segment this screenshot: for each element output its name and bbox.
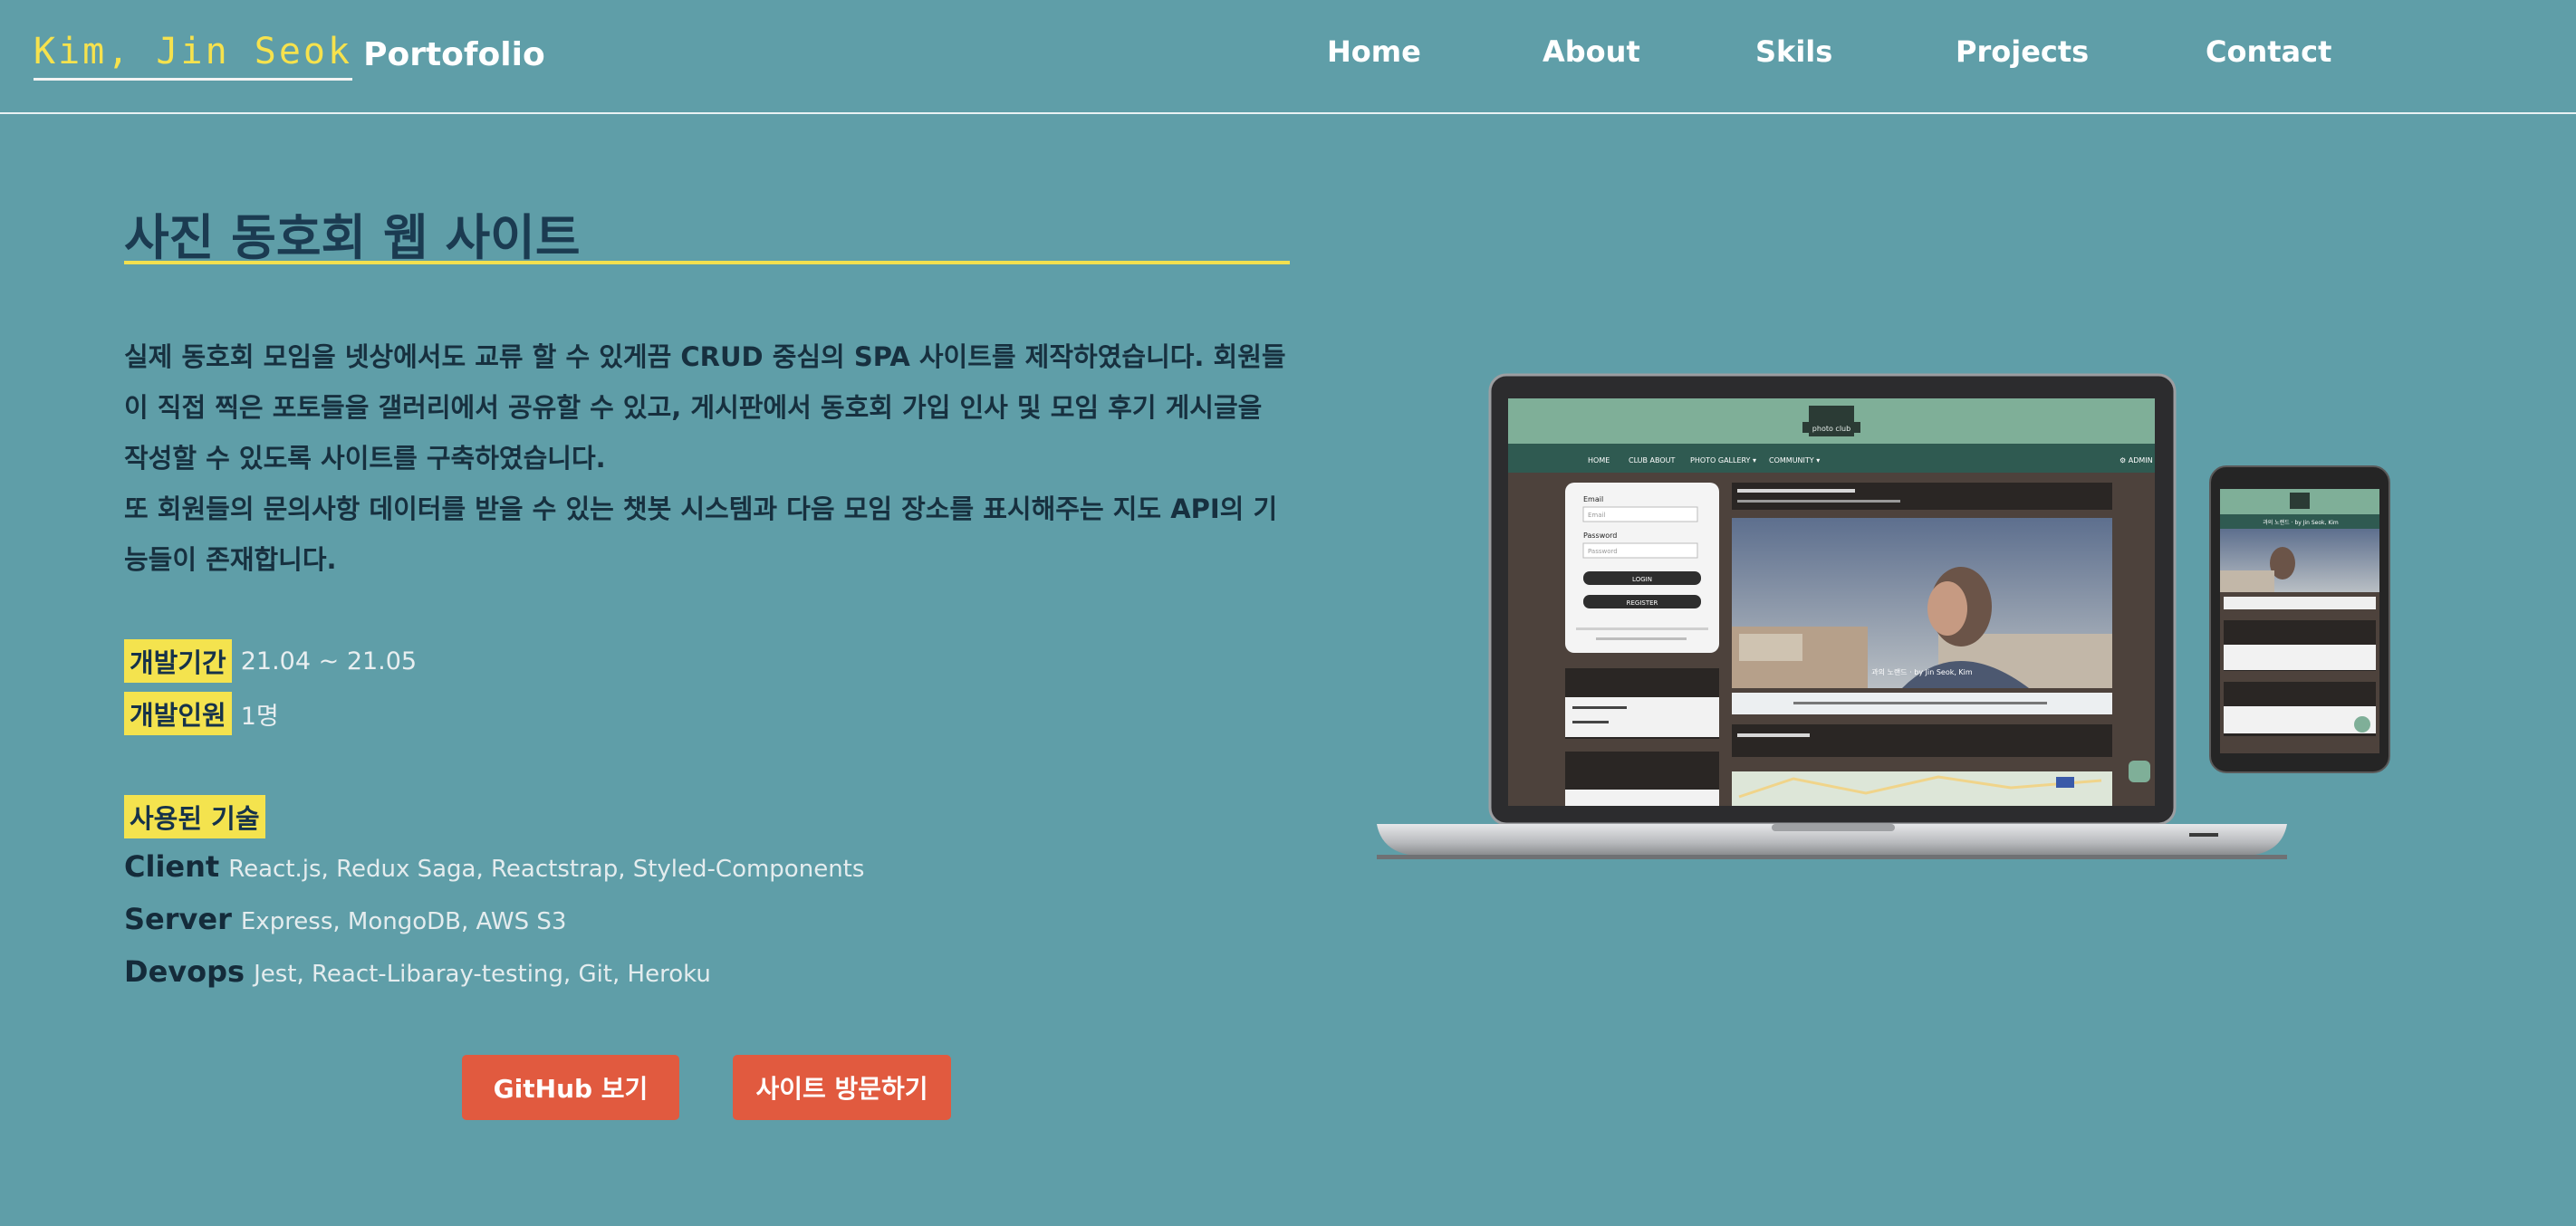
site-email-label: Email bbox=[1583, 495, 1603, 503]
tech-devops-value: Jest, React-Libaray-testing, Git, Heroku bbox=[254, 961, 711, 988]
tech-server-row: Server Express, MongoDB, AWS S3 bbox=[124, 902, 566, 936]
description-paragraph-1: 실제 동호회 모임을 넷상에서도 교류 할 수 있게끔 CRUD 중심의 SPA… bbox=[124, 341, 1286, 474]
brand-logo[interactable]: Kim, Jin Seok Portofolio bbox=[34, 31, 545, 81]
period-value: 21.04 ~ 21.05 bbox=[240, 647, 418, 675]
tech-heading-row: 사용된 기술 bbox=[124, 795, 265, 838]
top-navbar: Kim, Jin Seok Portofolio Home About Skil… bbox=[0, 0, 2576, 114]
members-label: 개발인원 bbox=[124, 692, 232, 735]
period-row: 개발기간 21.04 ~ 21.05 bbox=[124, 639, 417, 683]
site-register-button: REGISTER bbox=[1627, 599, 1658, 607]
nav-home[interactable]: Home bbox=[1327, 34, 1421, 69]
site-chatbot-icon bbox=[2129, 761, 2150, 782]
site-photo-caption: 과의 노랜드 · by Jin Seok, Kim bbox=[1871, 667, 1973, 676]
site-logo: photo club bbox=[1802, 406, 1860, 436]
visit-site-button[interactable]: 사이트 방문하기 bbox=[733, 1055, 951, 1120]
tech-server-value: Express, MongoDB, AWS S3 bbox=[240, 908, 567, 935]
title-underline bbox=[124, 261, 1290, 264]
device-mockup-image: photo club HOME CLUB ABOUT PHOTO GALLERY… bbox=[1377, 373, 2390, 859]
period-label: 개발기간 bbox=[124, 639, 232, 683]
nav-contact[interactable]: Contact bbox=[2206, 34, 2331, 69]
members-value: 1명 bbox=[240, 702, 279, 731]
project-title: 사진 동호회 웹 사이트 bbox=[124, 209, 581, 266]
tech-client-value: React.js, Redux Saga, Reactstrap, Styled… bbox=[228, 856, 865, 883]
description-paragraph-2: 또 회원들의 문의사항 데이터를 받을 수 있는 챗봇 시스템과 다음 모임 장… bbox=[124, 493, 1278, 575]
members-row: 개발인원 1명 bbox=[124, 692, 279, 735]
nav-skills[interactable]: Skils bbox=[1755, 34, 1832, 69]
tech-client-row: Client React.js, Redux Saga, Reactstrap,… bbox=[124, 849, 864, 884]
site-menu-community: COMMUNITY ▾ bbox=[1769, 456, 1820, 465]
site-login-button: LOGIN bbox=[1632, 576, 1652, 583]
brand-name: Kim, Jin Seok bbox=[34, 31, 353, 81]
site-password-placeholder: Password bbox=[1588, 548, 1618, 555]
laptop: photo club HOME CLUB ABOUT PHOTO GALLERY… bbox=[1377, 373, 2287, 859]
project-description: 실제 동호회 모임을 넷상에서도 교류 할 수 있게끔 CRUD 중심의 SPA… bbox=[124, 331, 1293, 585]
site-menu-admin: ⚙ ADMIN bbox=[2119, 456, 2153, 465]
tech-server-label: Server bbox=[124, 902, 232, 936]
nav-about[interactable]: About bbox=[1543, 34, 1640, 69]
phone-chatbot-icon bbox=[2354, 716, 2370, 733]
brand-suffix: Portofolio bbox=[363, 36, 545, 73]
nav-projects[interactable]: Projects bbox=[1956, 34, 2089, 69]
tech-heading: 사용된 기술 bbox=[124, 795, 265, 838]
site-email-placeholder: Email bbox=[1588, 512, 1605, 519]
tech-client-label: Client bbox=[124, 849, 220, 884]
site-menu-gallery: PHOTO GALLERY ▾ bbox=[1690, 456, 1756, 465]
portfolio-page: Kim, Jin Seok Portofolio Home About Skil… bbox=[0, 0, 2576, 1226]
github-button[interactable]: GitHub 보기 bbox=[462, 1055, 679, 1120]
site-gallery-photo bbox=[1732, 518, 2112, 688]
site-menu-about: CLUB ABOUT bbox=[1629, 456, 1676, 465]
tech-devops-row: Devops Jest, React-Libaray-testing, Git,… bbox=[124, 954, 711, 989]
site-menu-home: HOME bbox=[1588, 456, 1610, 465]
site-login-card: Email Email Password Password LOGIN REGI… bbox=[1565, 483, 1719, 653]
phone: 과의 노랜드 · by Jin Seok, Kim bbox=[2209, 465, 2390, 773]
site-logo-text: photo club bbox=[1812, 425, 1850, 433]
phone-caption: 과의 노랜드 · by Jin Seok, Kim bbox=[2263, 519, 2339, 526]
tech-devops-label: Devops bbox=[124, 954, 245, 989]
site-password-label: Password bbox=[1583, 532, 1617, 540]
